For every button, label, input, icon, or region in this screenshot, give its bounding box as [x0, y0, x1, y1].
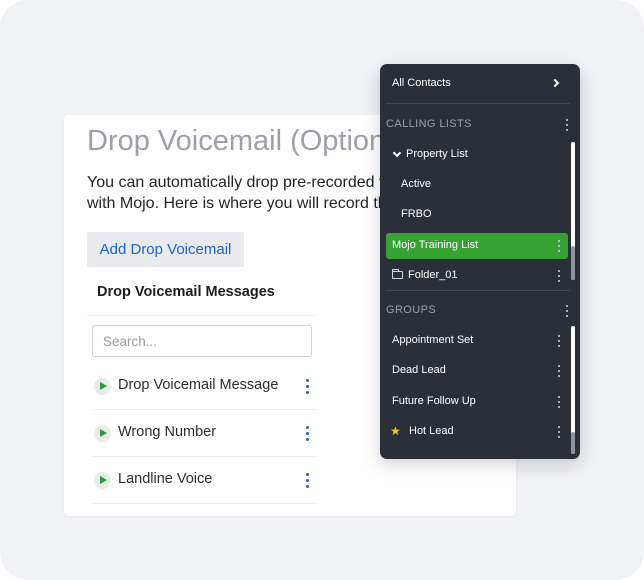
contacts-dropdown-panel: All Contacts CALLING LISTS Property List…	[380, 64, 580, 459]
chevron-down-icon[interactable]	[392, 148, 402, 158]
voicemail-row[interactable]: Wrong Number	[92, 415, 318, 457]
all-contacts-label: All Contacts	[392, 77, 451, 89]
messages-title: Drop Voicemail Messages	[97, 284, 275, 300]
calling-list-label: FRBO	[401, 208, 432, 220]
groups-header: GROUPS	[386, 304, 437, 316]
group-label: Hot Lead	[409, 425, 454, 437]
calling-list-label: Folder_01	[408, 269, 458, 281]
play-icon[interactable]	[94, 425, 111, 442]
calling-lists-options-icon[interactable]	[565, 119, 569, 132]
scrollbar-thumb[interactable]	[571, 246, 575, 280]
divider	[87, 315, 317, 316]
group-hot-lead[interactable]: ★ Hot Lead	[386, 419, 568, 445]
groups-options-icon[interactable]	[565, 305, 569, 318]
voicemail-label: Drop Voicemail Message	[118, 377, 279, 393]
divider	[92, 409, 318, 410]
voicemail-label: Landline Voice	[118, 471, 213, 487]
card-title: Drop Voicemail (Optional)	[87, 125, 418, 157]
group-appointment-set[interactable]: Appointment Set	[386, 328, 568, 354]
calling-list-folder[interactable]: Folder_01	[386, 263, 568, 289]
scrollbar-thumb[interactable]	[571, 432, 575, 454]
group-label: Future Follow Up	[392, 395, 476, 407]
all-contacts-item[interactable]: All Contacts	[386, 71, 568, 97]
calling-list-active[interactable]: Active	[386, 172, 568, 198]
divider	[92, 456, 318, 457]
calling-list-label: Mojo Training List	[392, 239, 479, 251]
more-options-icon[interactable]	[557, 240, 561, 253]
play-icon[interactable]	[94, 378, 111, 395]
more-options-icon[interactable]	[557, 365, 561, 378]
more-options-icon[interactable]	[303, 378, 313, 396]
more-options-icon[interactable]	[303, 472, 313, 490]
more-options-icon[interactable]	[557, 270, 561, 283]
groups-scrollbar[interactable]	[571, 326, 575, 454]
more-options-icon[interactable]	[303, 425, 313, 443]
divider	[386, 103, 570, 104]
search-input[interactable]	[92, 325, 312, 357]
folder-icon	[392, 269, 403, 279]
more-options-icon[interactable]	[557, 396, 561, 409]
group-label: Appointment Set	[392, 334, 474, 346]
star-icon: ★	[390, 424, 401, 438]
more-options-icon[interactable]	[557, 426, 561, 439]
calling-lists-header: CALLING LISTS	[386, 118, 472, 130]
page-background: Drop Voicemail (Optional) You can automa…	[0, 0, 644, 580]
voicemail-row[interactable]: Drop Voicemail Message	[92, 368, 318, 410]
chevron-right-icon	[550, 78, 560, 88]
more-options-icon[interactable]	[557, 335, 561, 348]
divider	[386, 290, 570, 291]
voicemail-row[interactable]: Landline Voice	[92, 462, 318, 504]
add-drop-voicemail-button[interactable]: Add Drop Voicemail	[87, 232, 244, 267]
calling-list-frbo[interactable]: FRBO	[386, 202, 568, 228]
calling-list-label: Active	[401, 178, 431, 190]
play-icon[interactable]	[94, 472, 111, 489]
voicemail-label: Wrong Number	[118, 424, 217, 440]
calling-lists-scrollbar[interactable]	[571, 142, 575, 280]
group-dead-lead[interactable]: Dead Lead	[386, 358, 568, 384]
divider	[92, 503, 318, 504]
group-label: Dead Lead	[392, 364, 446, 376]
calling-list-label: Property List	[406, 148, 468, 160]
group-future-follow-up[interactable]: Future Follow Up	[386, 389, 568, 415]
calling-list-mojo-training-list[interactable]: Mojo Training List	[386, 233, 568, 259]
calling-list-property-list[interactable]: Property List	[386, 142, 568, 168]
